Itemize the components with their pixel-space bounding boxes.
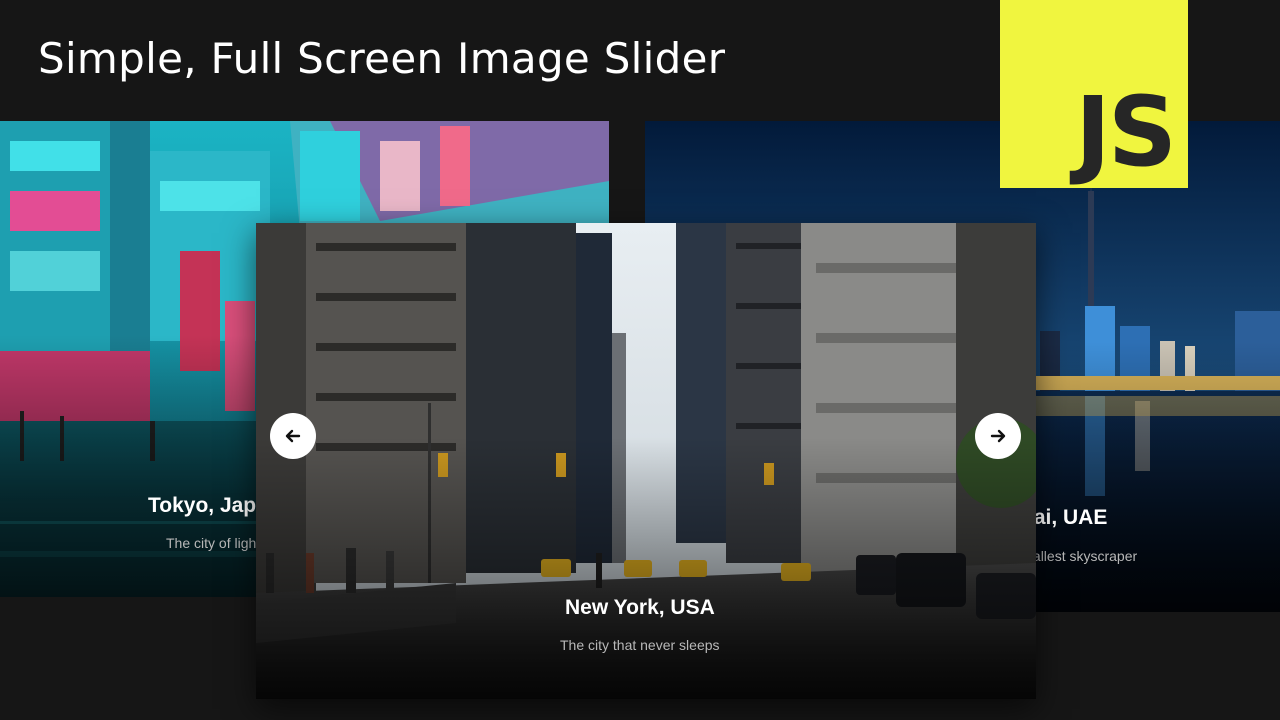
prev-slide-button[interactable] — [270, 413, 316, 459]
slide-new-york: New York, USA The city that never sleeps — [256, 223, 1036, 699]
new-york-shade — [256, 437, 1036, 699]
arrow-right-icon — [990, 429, 1006, 443]
slide-subtitle: The city of lights — [166, 535, 268, 551]
slide-subtitle: The city that never sleeps — [560, 637, 720, 653]
page-title: Simple, Full Screen Image Slider — [38, 34, 726, 83]
arrow-left-icon — [285, 429, 301, 443]
slide-title: New York, USA — [565, 596, 715, 619]
next-slide-button[interactable] — [975, 413, 1021, 459]
js-logo: JS — [1000, 0, 1188, 188]
js-logo-label: JS — [1075, 76, 1177, 188]
